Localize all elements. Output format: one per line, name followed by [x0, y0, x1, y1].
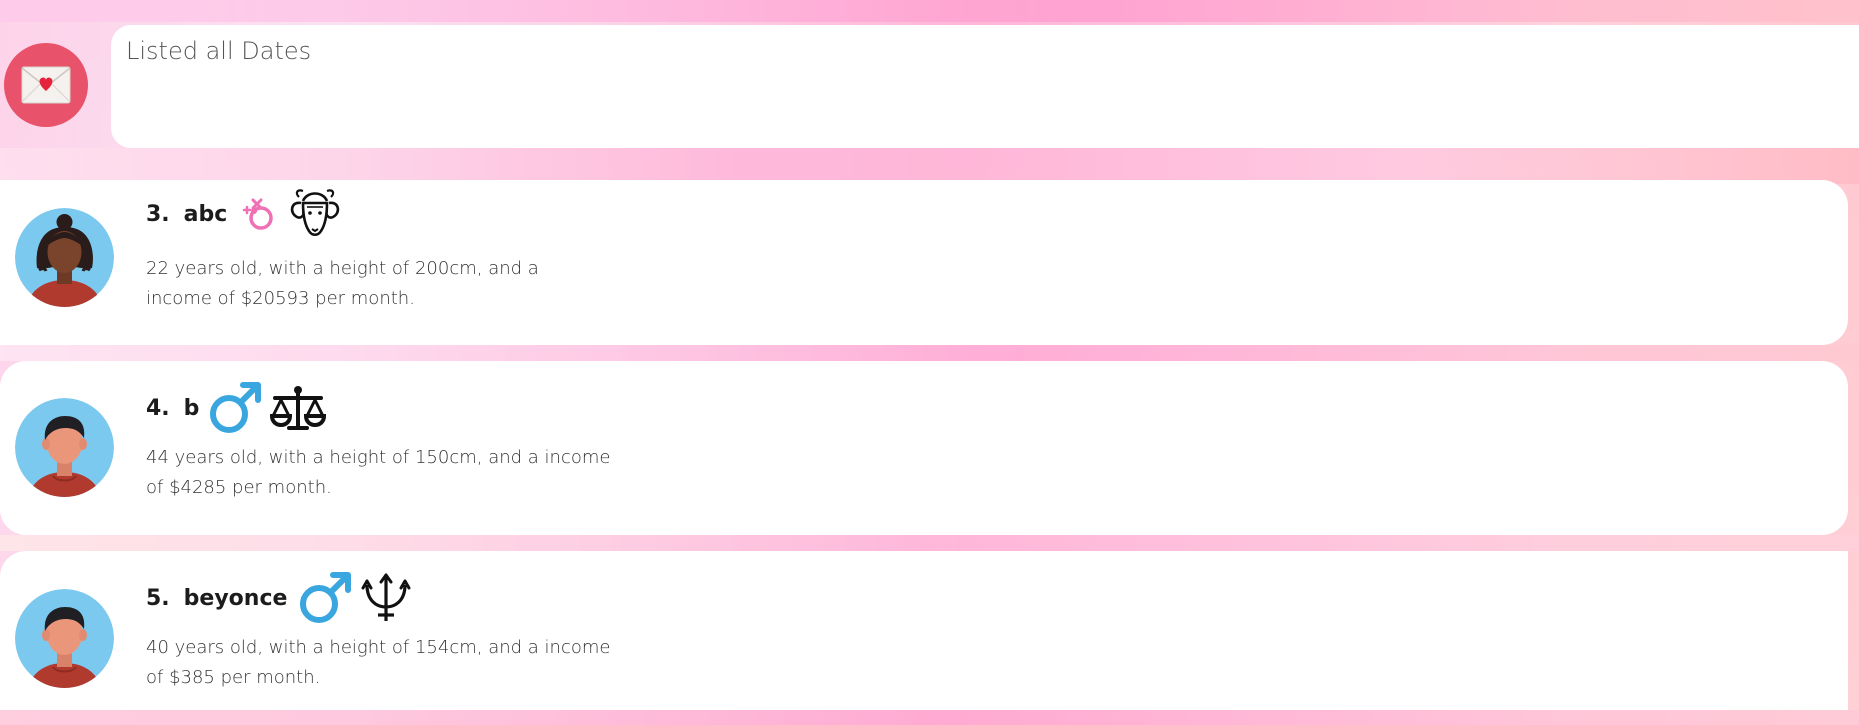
date-card[interactable]: 4. b 44 years old, with a height of 150c…: [0, 361, 1848, 535]
female-avatar: [15, 208, 114, 307]
date-index: 3.: [146, 201, 170, 227]
background-streak: [0, 710, 1859, 725]
pisces-neptune-icon: [359, 571, 413, 625]
male-symbol-icon: [297, 570, 353, 626]
date-name: b: [183, 395, 200, 421]
date-title: 4. b: [146, 379, 333, 437]
date-description: 40 years old, with a height of 154cm, an…: [146, 637, 611, 688]
date-description: 44 years old, with a height of 150cm, an…: [146, 447, 611, 498]
male-symbol-icon: [207, 380, 263, 436]
result-display: Listed all Dates: [111, 25, 1859, 148]
date-name: beyonce: [183, 585, 288, 611]
date-index: 5.: [146, 585, 170, 611]
aries-icon: [287, 187, 343, 241]
background-streak: [0, 0, 1859, 22]
female-symbol-icon: [237, 192, 281, 236]
background-streak: [0, 535, 1859, 551]
date-card[interactable]: 3. abc 22 years old, with a height of 20…: [0, 180, 1848, 345]
date-title: 3. abc: [146, 185, 349, 243]
love-letter-icon: [4, 43, 88, 127]
date-name: abc: [183, 201, 228, 227]
male-avatar: [15, 398, 114, 497]
date-title: 5. beyonce: [146, 569, 419, 627]
date-index: 4.: [146, 395, 170, 421]
date-description: 22 years old, with a height of 200cm, an…: [146, 258, 539, 309]
libra-icon: [269, 384, 327, 432]
date-card[interactable]: 5. beyonce 40 years old, with a height o…: [0, 551, 1848, 710]
background-streak: [0, 345, 1859, 361]
background-streak: [0, 148, 1859, 184]
result-text: Listed all Dates: [126, 37, 312, 65]
male-avatar: [15, 589, 114, 688]
